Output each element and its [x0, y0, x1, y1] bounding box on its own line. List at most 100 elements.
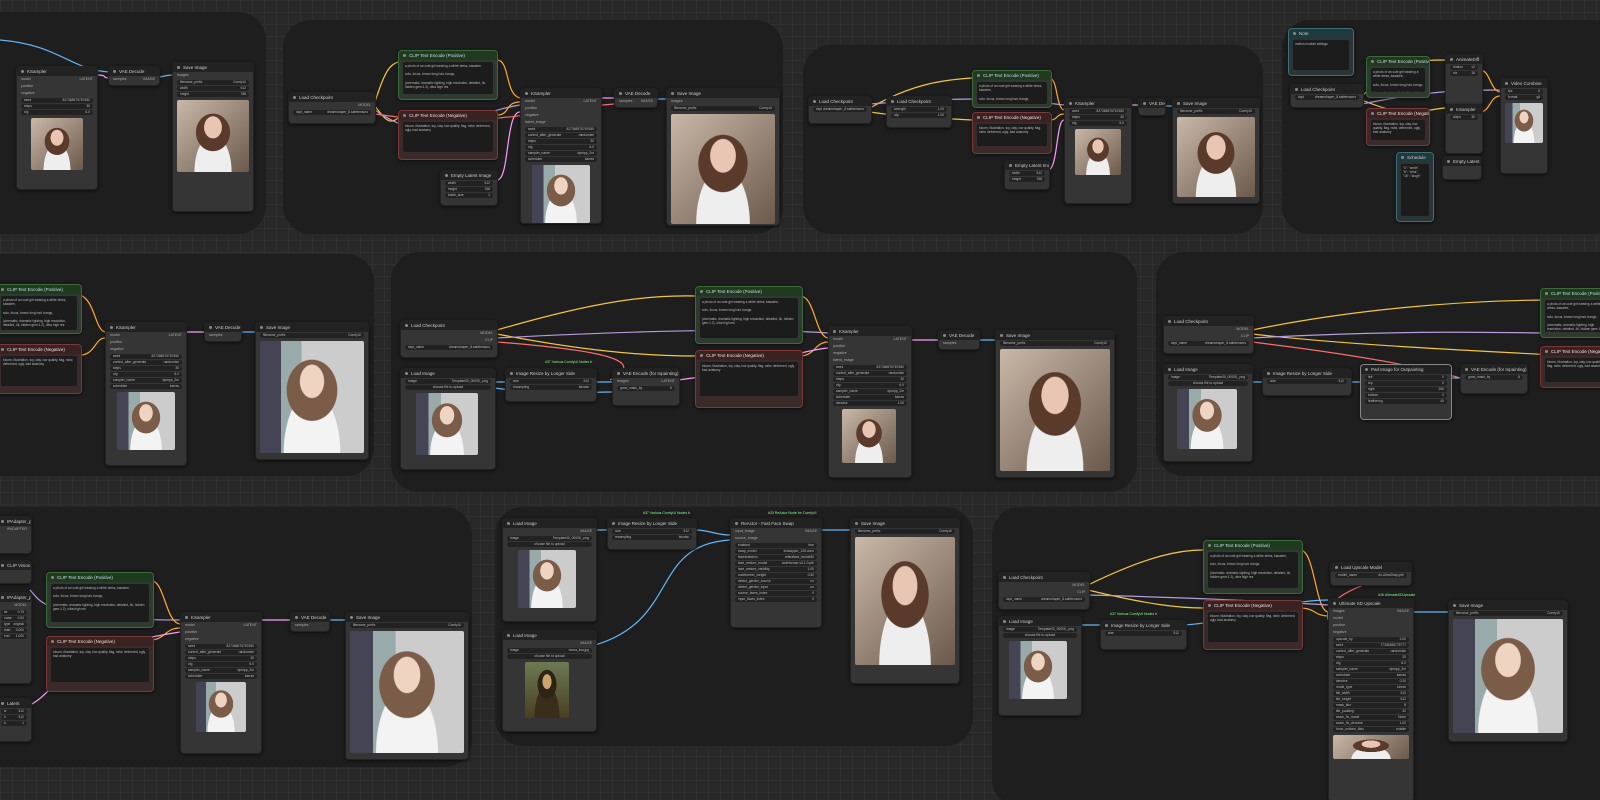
clip-text-encode-negative-node[interactable]: CLIP Text Encode (Negative) bloom, illus…	[1203, 600, 1303, 650]
upload-button[interactable]: choose file to upload	[507, 542, 592, 547]
negative-prompt-textarea[interactable]: bloom, illustration, toy, clay, low qual…	[403, 122, 493, 152]
clip-text-encode-positive-node[interactable]: CLIP Text Encode (Positive) a photo of a…	[1540, 288, 1600, 338]
widget-cfg[interactable]: cfg 6.0	[21, 110, 93, 115]
prompt-schedule-node[interactable]: Schedule "0": "smile", "8": "wink", "16"…	[1396, 152, 1434, 222]
vae-encode-inpaint-node[interactable]: VAE Encode (for Inpainting) grow_mask_by…	[1460, 364, 1528, 394]
load-checkpoint-node[interactable]: Load Checkpoint ckpt dreamshaper_8.safete…	[1290, 84, 1364, 108]
load-checkpoint-node[interactable]: Load Checkpoint MODEL CLIP ckpt_name drea…	[998, 572, 1090, 610]
clip-text-encode-negative-node[interactable]: CLIP Text Encode (Negative) bloom, illus…	[972, 112, 1052, 154]
clip-text-encode-negative-node[interactable]: CLIP Text Encode (Negative) bloom, illus…	[0, 344, 82, 394]
port-negative[interactable]: negative	[21, 91, 35, 96]
image-resize-node[interactable]: Image Resize by Longer Side size 512	[1100, 620, 1187, 650]
save-image-node[interactable]: Save Image filename_prefix ComfyUI	[995, 330, 1115, 478]
ckpt-name-select[interactable]: ckpt_name dreamshaper_8.safetensors	[405, 345, 493, 350]
widget-width[interactable]: width 512	[177, 86, 249, 91]
save-image-node[interactable]: Save Image filename_prefix ComfyUI	[1172, 98, 1260, 204]
negative-prompt-textarea[interactable]: bloom, illustration, toy, clay, low qual…	[700, 362, 798, 396]
widget-cfg[interactable]: cfg 6.0	[525, 145, 597, 150]
clip-text-encode-negative-node[interactable]: CLIP Text Encode (Negative) bloom, illus…	[695, 350, 803, 408]
ultimate-sd-upscale-node[interactable]: Ultimate SD Upscale images IMAGE model po…	[1328, 598, 1414, 800]
widget-steps[interactable]: steps 30	[525, 139, 597, 144]
clip-text-encode-positive-node[interactable]: CLIP Text Encode (Positive) a photo of a…	[1203, 540, 1303, 594]
widget-height[interactable]: height 768	[445, 187, 493, 192]
positive-prompt-textarea[interactable]: a photo of an cute girl wearing a white …	[1208, 552, 1298, 588]
negative-prompt-textarea[interactable]: bloom, illustration, toy, clay, low qual…	[51, 648, 149, 682]
clip-text-encode-negative-node[interactable]: CLIP Text Encode (Negative) bloom, illus…	[398, 110, 498, 160]
clip-text-encode-negative-node[interactable]: CLIP Text Encode (Negative) bloom, illus…	[1540, 346, 1600, 388]
empty-latent-node[interactable]: Empty Latent Image width 512 height 768 ba…	[440, 170, 498, 206]
note-node[interactable]: Note motion module settings	[1288, 28, 1354, 76]
vae-encode-inpaint-node[interactable]: VAE Encode (for Inpainting) images LATENT…	[612, 368, 680, 406]
widget-batch[interactable]: batch_size 1	[445, 193, 493, 198]
vae-decode-node[interactable]: VAE Decode samples IMAGE	[614, 88, 658, 108]
clip-text-encode-positive-node[interactable]: CLIP Text Encode (Positive) a photo of a…	[1366, 56, 1430, 98]
save-image-node[interactable]: Save Image images filename_prefix ComfyUI	[666, 88, 780, 226]
widget-height[interactable]: height 768	[177, 92, 249, 97]
clip-vision-node[interactable]: CLIP Vision	[0, 560, 32, 584]
widget-width[interactable]: width 512	[445, 181, 493, 186]
filename-prefix-input[interactable]: filename_prefix ComfyUI	[1000, 341, 1110, 346]
filename-prefix-input[interactable]: filename_prefix ComfyUI	[1177, 109, 1255, 114]
save-image-node[interactable]: Save Image filename_prefix ComfyUI	[1448, 600, 1568, 742]
clip-text-encode-positive-node[interactable]: CLIP Text Encode (Positive) a photo of a…	[46, 572, 154, 628]
lora-node[interactable]: Load Checkpoint strength 1.00 clip 1.00	[886, 96, 952, 128]
ksampler-node[interactable]: KSampler model LATENT positive negative s…	[16, 66, 98, 190]
filename-prefix-input[interactable]: filename_prefix ComfyUI	[1453, 611, 1563, 616]
empty-latent-node[interactable]: Latent w 512 h 512 b1	[0, 698, 32, 742]
filename-prefix-input[interactable]: filename_prefix ComfyUI	[260, 333, 364, 338]
upload-button[interactable]: choose file to upload	[1003, 633, 1077, 638]
port-model[interactable]: model	[21, 77, 31, 82]
load-image-node[interactable]: Load Image image Template00_00005_.png ch…	[1163, 364, 1253, 462]
upload-button[interactable]: choose file to upload	[405, 385, 491, 390]
image-resize-node[interactable]: Image Resize by Longer Side size 512 resa…	[607, 518, 697, 550]
apply-ipadapter-node[interactable]: IPAdapter_plus MODEL wt0.75 noise0.00 ty…	[0, 592, 32, 684]
port-latent-out[interactable]: LATENT	[79, 77, 93, 82]
positive-prompt-textarea[interactable]: a photo of an cute girl wearing a white …	[700, 298, 798, 338]
image-file-select[interactable]: image Template00_00005_.png	[405, 379, 491, 384]
pad-image-outpaint-node[interactable]: Pad Image for Outpainting left 0 top 0 rig…	[1360, 364, 1452, 420]
save-image-node[interactable]: Save Image filename_prefix ComfyUI	[850, 518, 960, 684]
ksampler-node[interactable]: KSampler seed 827368575767650 steps 30 cfg…	[1064, 98, 1132, 204]
vae-decode-node[interactable]: VAE Decode	[1138, 98, 1166, 116]
widget-scheduler[interactable]: scheduler karras	[525, 157, 597, 162]
empty-latent-node[interactable]: Empty Latent Image width512 height768	[1004, 160, 1050, 190]
animatediff-loader-node[interactable]: AnimateDiff motion v2 ctx 16	[1445, 54, 1483, 106]
save-image-node[interactable]: Save Image filename_prefix ComfyUI	[255, 322, 369, 460]
reactor-face-swap-node[interactable]: ReActor - Fast Face Swap input_image IMAG…	[730, 518, 822, 628]
clip-text-encode-positive-node[interactable]: CLIP Text Encode (Positive) a photo of a…	[972, 70, 1052, 108]
clip-text-encode-positive-node[interactable]: CLIP Text Encode (Positive) a photo of a…	[398, 50, 498, 100]
load-checkpoint-node[interactable]: Load Checkpoint ckpt dreamshaper_8.safete…	[808, 96, 872, 124]
port-samples[interactable]: samples	[113, 77, 126, 82]
load-upscale-model-node[interactable]: Load Upscale Model model_name 4x-UltraSha…	[1330, 562, 1412, 586]
port-image-out[interactable]: IMAGE	[143, 77, 155, 82]
negative-prompt-textarea[interactable]: bloom, illustration, toy, clay, low qual…	[1208, 612, 1298, 642]
positive-prompt-textarea[interactable]: a photo of an cute girl wearing a white …	[1, 296, 77, 330]
save-image-node[interactable]: Save Image filename_prefix ComfyUI	[345, 612, 469, 760]
load-image-node[interactable]: Load Image image Template00_00005_.png ch…	[998, 616, 1082, 716]
filename-prefix-input[interactable]: filename_prefix ComfyUI	[671, 106, 775, 111]
load-checkpoint-node[interactable]: Load Checkpoint MODEL CLIP ckpt_name drea…	[1163, 316, 1254, 354]
widget-sampler[interactable]: sampler_name dpmpp_2m	[525, 151, 597, 156]
negative-prompt-textarea[interactable]: bloom, illustration, toy, clay, low qual…	[1, 356, 77, 386]
clip-text-encode-negative-node[interactable]: CLIP Text Encode (Negative) bloom, illus…	[46, 636, 154, 692]
clip-text-encode-negative-node[interactable]: CLIP Text Encode (Negative) bloom, illus…	[1366, 108, 1430, 146]
ksampler-node[interactable]: KSampler model LATENT positive negative s…	[105, 322, 187, 466]
negative-prompt-textarea[interactable]: bloom, illustration, toy, clay, low qual…	[977, 124, 1047, 146]
positive-prompt-textarea[interactable]: a photo of an cute girl wearing a white …	[977, 82, 1047, 104]
widget-control[interactable]: control_after_generate randomize	[525, 133, 597, 138]
widget-steps[interactable]: steps 30	[21, 104, 93, 109]
ksampler-node[interactable]: KSampler steps 30	[1445, 104, 1483, 154]
widget-seed[interactable]: seed 827368575767650	[21, 98, 93, 103]
image-resize-node[interactable]: Image Resize by Longer Side size 512	[1262, 368, 1352, 396]
empty-latent-node[interactable]: Empty Latent Image	[1442, 156, 1482, 180]
filename-prefix-input[interactable]: filename_prefix ComfyUI	[855, 529, 955, 534]
upload-button[interactable]: choose file to upload	[507, 654, 592, 659]
filename-prefix-input[interactable]: filename_prefix ComfyUI	[350, 623, 464, 628]
vae-decode-node[interactable]: VAE Decode samples IMAGE	[108, 66, 160, 86]
save-image-node[interactable]: Save Image images filename_prefix ComfyUI…	[172, 62, 254, 212]
clip-text-encode-positive-node[interactable]: CLIP Text Encode (Positive) a photo of a…	[0, 284, 82, 334]
video-combine-node[interactable]: Video Combine fps 8 format gif	[1500, 78, 1548, 174]
load-image-node[interactable]: Load Image image Template00_00005_.png ch…	[400, 368, 496, 470]
ksampler-node[interactable]: KSampler model LATENT positive negative s…	[180, 612, 262, 754]
positive-prompt-textarea[interactable]: a photo of an cute girl wearing a white …	[403, 62, 493, 94]
